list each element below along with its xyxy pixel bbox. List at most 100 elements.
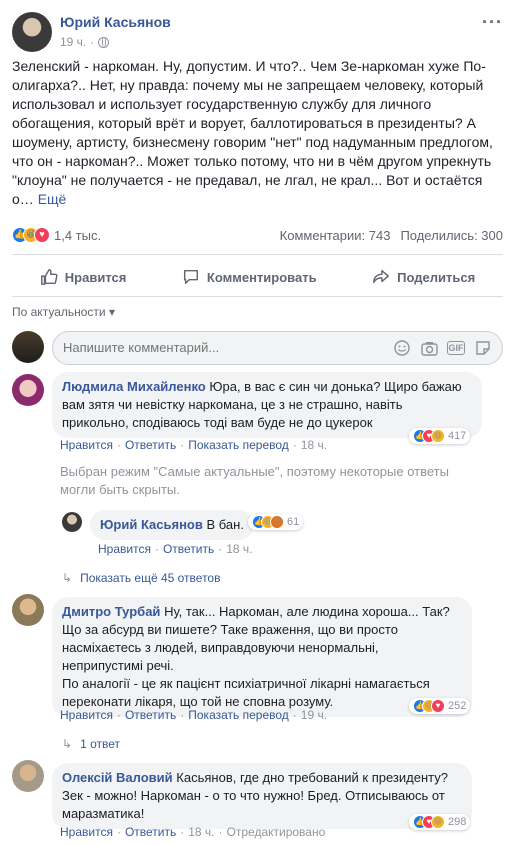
reactions-count[interactable]: 1,4 тыс. [54, 228, 101, 243]
commenter-avatar[interactable] [12, 760, 44, 792]
post-actions: Нравится Комментировать Поделиться [12, 261, 503, 293]
comment-reactions-count: 298 [448, 816, 467, 828]
comment-like-link[interactable]: Нравится [60, 438, 113, 452]
haha-reaction-icon: 😆 [431, 429, 445, 443]
thumbs-up-icon [40, 269, 58, 285]
comments-count[interactable]: Комментарии: 743 [280, 228, 391, 243]
comment-icon [183, 269, 198, 285]
separator: · [116, 825, 121, 839]
comment-label: Комментировать [206, 269, 317, 285]
show-more-replies-label: Показать ещё 45 ответов [80, 571, 221, 585]
show-replies-link[interactable]: ↳ 1 ответ [62, 737, 120, 751]
comment-reactions[interactable]: 👍 ♥ 😆 298 [409, 814, 471, 830]
comment-input-tools: GIF [393, 339, 492, 357]
separator: · [154, 542, 159, 556]
reply-reactions-count: 61 [287, 516, 300, 528]
reply-arrow-icon: ↳ [62, 737, 73, 751]
post-reactions[interactable]: 👍 😆 ♥ 1,4 тыс. [12, 227, 101, 243]
comment-bubble: Дмитро Турбай Ну, так... Наркоман, але л… [52, 597, 472, 717]
separator: · [116, 438, 121, 452]
commenter-name[interactable]: Дмитро Турбай [62, 604, 160, 619]
separator: · [90, 35, 95, 49]
commenter-name[interactable]: Людмила Михайленко [62, 379, 206, 394]
reply-reactions[interactable]: 👍 😆 😠 61 [248, 514, 304, 530]
comment-time[interactable]: 18 ч. [188, 825, 214, 839]
separator: · [180, 708, 185, 722]
comment-reply-link[interactable]: Ответить [125, 438, 176, 452]
commenter-avatar[interactable] [12, 594, 44, 626]
comment-like-link[interactable]: Нравится [60, 825, 113, 839]
divider [12, 254, 503, 255]
post-meta: 19 ч. · [60, 35, 110, 49]
separator: · [292, 708, 297, 722]
comment-links: Нравится · Ответить · 18 ч. · Отредактирова… [60, 825, 325, 839]
show-translation-link[interactable]: Показать перевод [188, 708, 289, 722]
comment-text: Що за абсурд ви пишете? Таке враження, щ… [62, 622, 398, 673]
comment-reactions[interactable]: 👍 😆 ♥ 252 [409, 698, 471, 714]
post-body: Зеленский - наркоман. Ну, допустим. И чт… [12, 58, 493, 207]
comment-reactions[interactable]: 👍 ♥ 😆 417 [409, 428, 471, 444]
shares-count[interactable]: Поделились: 300 [400, 228, 503, 243]
current-user-avatar [12, 331, 44, 363]
show-replies-label: 1 ответ [80, 737, 120, 751]
separator: · [116, 708, 121, 722]
love-reaction-icon: ♥ [431, 699, 445, 713]
separator: · [292, 438, 297, 452]
camera-icon[interactable] [420, 339, 438, 357]
haha-reaction-icon: 😆 [431, 815, 445, 829]
comment-reactions-count: 252 [448, 700, 467, 712]
gif-icon[interactable]: GIF [447, 341, 465, 355]
comment-reactions-count: 417 [448, 430, 467, 442]
separator: · [180, 438, 185, 452]
reply-author-name[interactable]: Юрий Касьянов [100, 517, 203, 532]
edited-label[interactable]: Отредактировано [227, 825, 326, 839]
reply-like-link[interactable]: Нравится [98, 542, 151, 556]
reply-bubble: Юрий Касьянов В бан. [90, 510, 254, 540]
comment-links: Нравится · Ответить · Показать перевод · 19… [60, 708, 327, 722]
emoji-icon[interactable] [393, 339, 411, 357]
comment-time[interactable]: 19 ч. [301, 708, 327, 722]
separator: · [180, 825, 185, 839]
share-button[interactable]: Поделиться [372, 268, 475, 286]
post-menu-icon[interactable]: ··· [482, 12, 503, 33]
see-more-link[interactable]: Ещё [38, 191, 67, 207]
comment-reply-link[interactable]: Ответить [125, 708, 176, 722]
comment-links: Нравится · Ответить · Показать перевод · 18… [60, 438, 327, 452]
separator: · [218, 542, 223, 556]
author-avatar[interactable] [12, 12, 52, 52]
comment-text: Ну, так... Наркоман, але людина хороша..… [164, 604, 450, 619]
reply-arrow-icon: ↳ [62, 571, 73, 585]
divider [12, 296, 503, 297]
reply-time[interactable]: 18 ч. [226, 542, 252, 556]
post-author[interactable]: Юрий Касьянов [60, 14, 171, 30]
comment-time[interactable]: 18 ч. [301, 438, 327, 452]
show-more-replies-link[interactable]: ↳ Показать ещё 45 ответов [62, 571, 220, 585]
share-icon [373, 269, 390, 284]
globe-icon [98, 36, 110, 48]
comment-input-box[interactable]: GIF [52, 331, 503, 365]
comment-text: По аналогії - це як пацієнт психіатрично… [62, 676, 430, 709]
comment-like-link[interactable]: Нравится [60, 708, 113, 722]
love-reaction-icon: ♥ [34, 227, 50, 243]
filter-note: Выбран режим "Самые актуальные", поэтому… [60, 464, 449, 497]
comment-sort-dropdown[interactable]: По актуальности ▾ [12, 305, 115, 319]
show-translation-link[interactable]: Показать перевод [188, 438, 289, 452]
like-label: Нравится [64, 269, 127, 285]
commenter-name[interactable]: Олексій Валовий [62, 770, 173, 785]
sticker-icon[interactable] [474, 339, 492, 357]
share-label: Поделиться [397, 269, 476, 285]
post-time[interactable]: 19 ч. [60, 35, 86, 49]
separator: · [218, 825, 223, 839]
reply-links: Нравится · Ответить · 18 ч. [98, 542, 253, 556]
comment-input[interactable] [63, 340, 363, 355]
reply-text: В бан. [206, 517, 244, 532]
reply-author-avatar[interactable] [62, 512, 82, 532]
post-stats: Комментарии: 743 Поделились: 300 [280, 228, 503, 243]
like-button[interactable]: Нравится [40, 268, 127, 286]
angry-reaction-icon: 😠 [270, 515, 284, 529]
post-text: Зеленский - наркоман. Ну, допустим. И чт… [12, 57, 502, 209]
comment-button[interactable]: Комментировать [182, 268, 317, 286]
reply-reply-link[interactable]: Ответить [163, 542, 214, 556]
commenter-avatar[interactable] [12, 374, 44, 406]
comment-reply-link[interactable]: Ответить [125, 825, 176, 839]
